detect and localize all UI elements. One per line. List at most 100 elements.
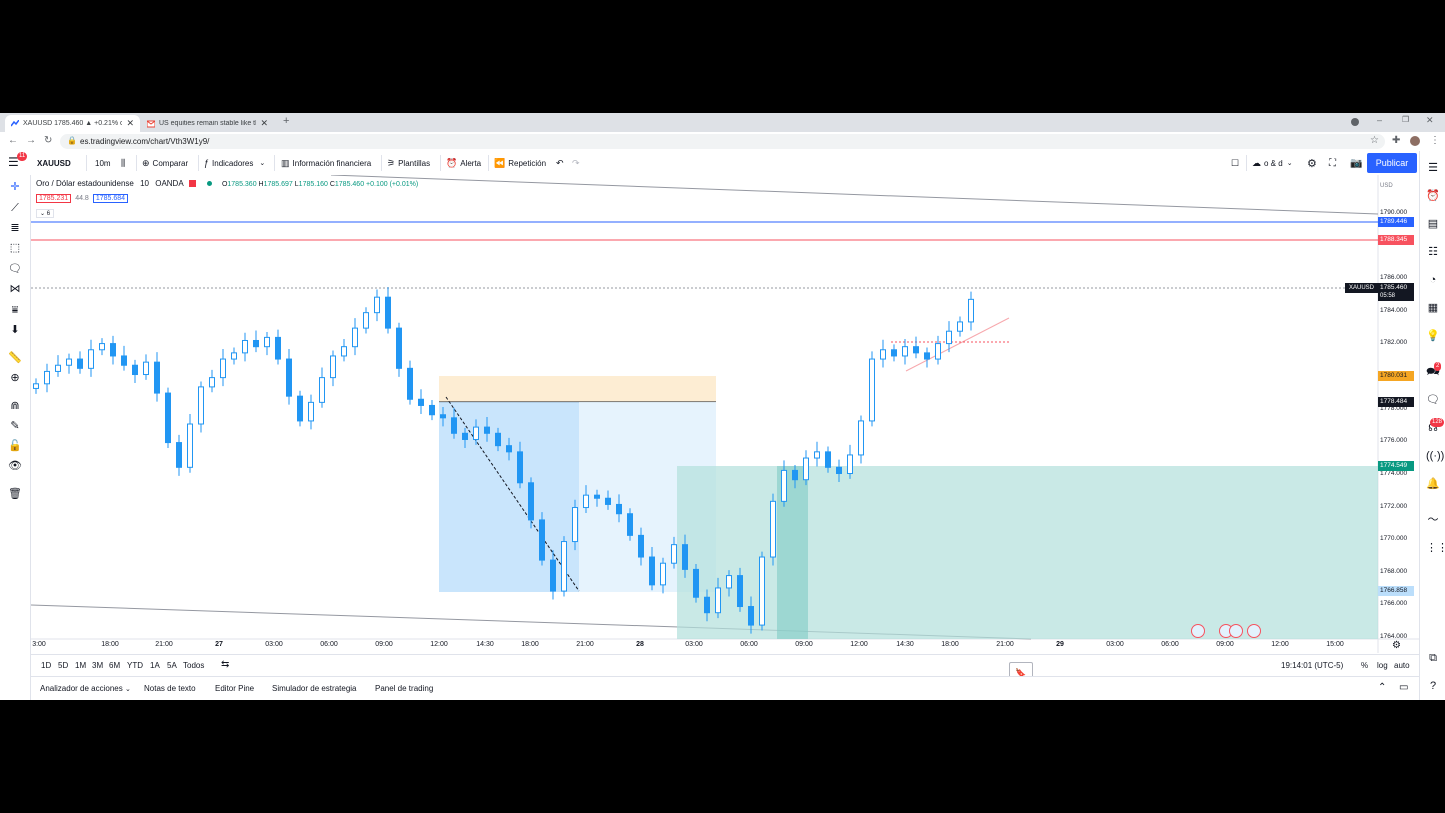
dom-icon[interactable]: ⋮⋮ (1426, 541, 1445, 555)
sell-button[interactable]: 1785.231 (36, 194, 72, 203)
zoom-in-icon[interactable]: ⊕ (8, 371, 22, 385)
magnet-icon[interactable]: ⋒ (8, 399, 22, 413)
browser-tab-tradingview[interactable]: XAUUSD 1785.460 ▲ +0.21% o... ✕ (5, 115, 140, 132)
range-1a[interactable]: 1A (150, 661, 160, 670)
new-tab-button[interactable]: + (283, 115, 289, 127)
replay-button[interactable]: ⏪ Repetición (494, 156, 546, 170)
url-field[interactable]: 🔒 es.tradingview.com/chart/Vth3W1y9/ (60, 134, 1385, 149)
messages-icon[interactable]: 🗨 (1426, 393, 1440, 407)
annotation-icon[interactable]: 🗨 (8, 262, 22, 276)
menu-dots-icon[interactable]: ⋮ (1430, 135, 1440, 146)
crosshair-icon[interactable]: ✛ (8, 180, 22, 194)
chart-canvas[interactable] (31, 175, 1419, 653)
redo-button[interactable]: ↷ (572, 156, 583, 170)
chart-legend: Oro / Dólar estadounidense 10 OANDA O178… (36, 179, 418, 188)
tab-pine-editor[interactable]: Editor Pine (215, 684, 254, 693)
fib-icon[interactable]: ≣ (8, 221, 22, 235)
chart-style-button[interactable]: ⫼ (121, 156, 128, 170)
close-icon[interactable]: ✕ (260, 118, 268, 129)
ideas-bulb-icon[interactable]: 💡 (1426, 329, 1440, 343)
interval-button[interactable]: 10m (95, 156, 111, 170)
collapse-indicators-button[interactable]: ⌄ 6 (36, 209, 55, 218)
templates-button[interactable]: ⚞ Plantillas (387, 156, 430, 170)
reload-icon[interactable]: ↻ (44, 135, 52, 146)
alerts-clock-icon[interactable]: ⏰ (1426, 189, 1440, 203)
tab-text-notes[interactable]: Notas de texto (144, 684, 196, 693)
tab-trading-panel[interactable]: Panel de trading (375, 684, 433, 693)
short-position-zone-dark[interactable] (439, 402, 579, 592)
economic-event-flag-icon[interactable] (1229, 624, 1243, 638)
range-all[interactable]: Todos (183, 661, 204, 670)
close-icon[interactable]: ✕ (126, 118, 134, 129)
range-5a[interactable]: 5A (167, 661, 177, 670)
snapshot-button[interactable]: 📷 (1350, 156, 1365, 170)
data-window-icon[interactable]: ▤ (1426, 217, 1440, 231)
record-icon[interactable] (1351, 118, 1359, 126)
flag-icon[interactable] (189, 180, 197, 187)
watchlist-icon[interactable]: ☰ (1426, 161, 1440, 175)
star-icon[interactable]: ☆ (1370, 135, 1379, 146)
trend-line-icon[interactable]: ⟋ (8, 201, 22, 215)
indicators-button[interactable]: ƒ Indicadores ⌄ (204, 156, 265, 170)
extensions-icon[interactable]: ✚ (1392, 135, 1400, 146)
hotlists-icon[interactable]: ◔ (1426, 273, 1440, 287)
range-6m[interactable]: 6M (109, 661, 120, 670)
auto-toggle[interactable]: auto (1394, 661, 1410, 670)
utc-clock[interactable]: 19:14:01 (UTC-5) (1281, 661, 1343, 670)
range-1m[interactable]: 1M (75, 661, 86, 670)
range-5d[interactable]: 5D (58, 661, 68, 670)
buy-button[interactable]: 1785.684 (92, 194, 129, 203)
maximize-panel-icon[interactable]: ▭ (1399, 682, 1408, 693)
forward-icon[interactable]: → (26, 135, 36, 146)
undo-button[interactable]: ↶ (556, 156, 567, 170)
trend-icon[interactable]: 〜 (1426, 513, 1440, 527)
axis-settings-gear-icon[interactable]: ⚙ (1392, 640, 1401, 651)
goto-date-icon[interactable]: ⇆ (221, 659, 229, 670)
close-window-icon[interactable]: ✕ (1426, 115, 1434, 126)
pattern-icon[interactable]: ⋈ (8, 282, 22, 296)
range-ytd[interactable]: YTD (127, 661, 143, 670)
prediction-icon[interactable]: ⩸ (8, 303, 22, 317)
ruler-icon[interactable]: 📏 (8, 351, 22, 365)
minimize-icon[interactable]: – (1377, 115, 1382, 125)
profile-avatar[interactable] (1410, 136, 1420, 146)
browser-tab-gmail[interactable]: US equities remain stable like th... ✕ (141, 115, 274, 132)
economic-event-flag-icon[interactable] (1191, 624, 1205, 638)
save-layout-button[interactable]: ☁ o & d ⌄ (1252, 156, 1293, 170)
help-icon[interactable]: ? (1426, 679, 1440, 693)
back-icon[interactable]: ← (8, 135, 18, 146)
trash-icon[interactable]: 🗑 (8, 487, 22, 501)
economic-event-flag-icon[interactable] (1247, 624, 1261, 638)
financials-button[interactable]: ▥ Información financiera (281, 156, 371, 170)
lock-icon[interactable]: 🔓 (8, 439, 22, 453)
tradingview-favicon-icon (10, 119, 20, 128)
percent-toggle[interactable]: % (1361, 661, 1368, 670)
stay-drawing-icon[interactable]: ✎ (8, 419, 22, 433)
range-1d[interactable]: 1D (41, 661, 51, 670)
restore-icon[interactable]: ❐ (1402, 115, 1409, 124)
upper-trend-line[interactable] (330, 175, 1379, 215)
supply-zone-orange[interactable] (439, 376, 716, 402)
arrow-down-icon[interactable]: ⬇ (8, 323, 22, 337)
chart-pane[interactable]: Oro / Dólar estadounidense 10 OANDA O178… (31, 175, 1419, 653)
broadcast-icon[interactable]: ((·)) (1426, 449, 1444, 463)
fullscreen-button[interactable]: ⛶ (1329, 156, 1339, 170)
chevron-up-icon[interactable]: ⌃ (1378, 682, 1386, 693)
publish-button[interactable]: Publicar (1367, 153, 1417, 173)
alert-button[interactable]: ⏰ Alerta (446, 156, 481, 170)
layers-icon[interactable]: ⧉ (1426, 651, 1440, 665)
calendar-icon[interactable]: ▦ (1426, 301, 1440, 315)
log-toggle[interactable]: log (1377, 661, 1388, 670)
shapes-icon[interactable]: ⬚ (8, 241, 22, 255)
compare-button[interactable]: ⊕ Comparar (142, 156, 188, 170)
notifications-bell-icon[interactable]: 🔔 (1426, 477, 1440, 491)
news-icon[interactable]: ☷ (1426, 245, 1440, 259)
symbol-search-button[interactable]: XAUUSD (37, 156, 71, 170)
tab-stock-screener[interactable]: Analizador de acciones ⌄ (40, 684, 131, 693)
eye-icon[interactable]: 👁 (8, 459, 22, 473)
settings-button[interactable]: ⚙ (1307, 156, 1320, 170)
tab-strategy-tester[interactable]: Simulador de estrategia (272, 684, 357, 693)
range-3m[interactable]: 3M (92, 661, 103, 670)
layout-select-button[interactable]: ☐ (1231, 156, 1242, 170)
symbol-name[interactable]: Oro / Dólar estadounidense (36, 179, 134, 188)
